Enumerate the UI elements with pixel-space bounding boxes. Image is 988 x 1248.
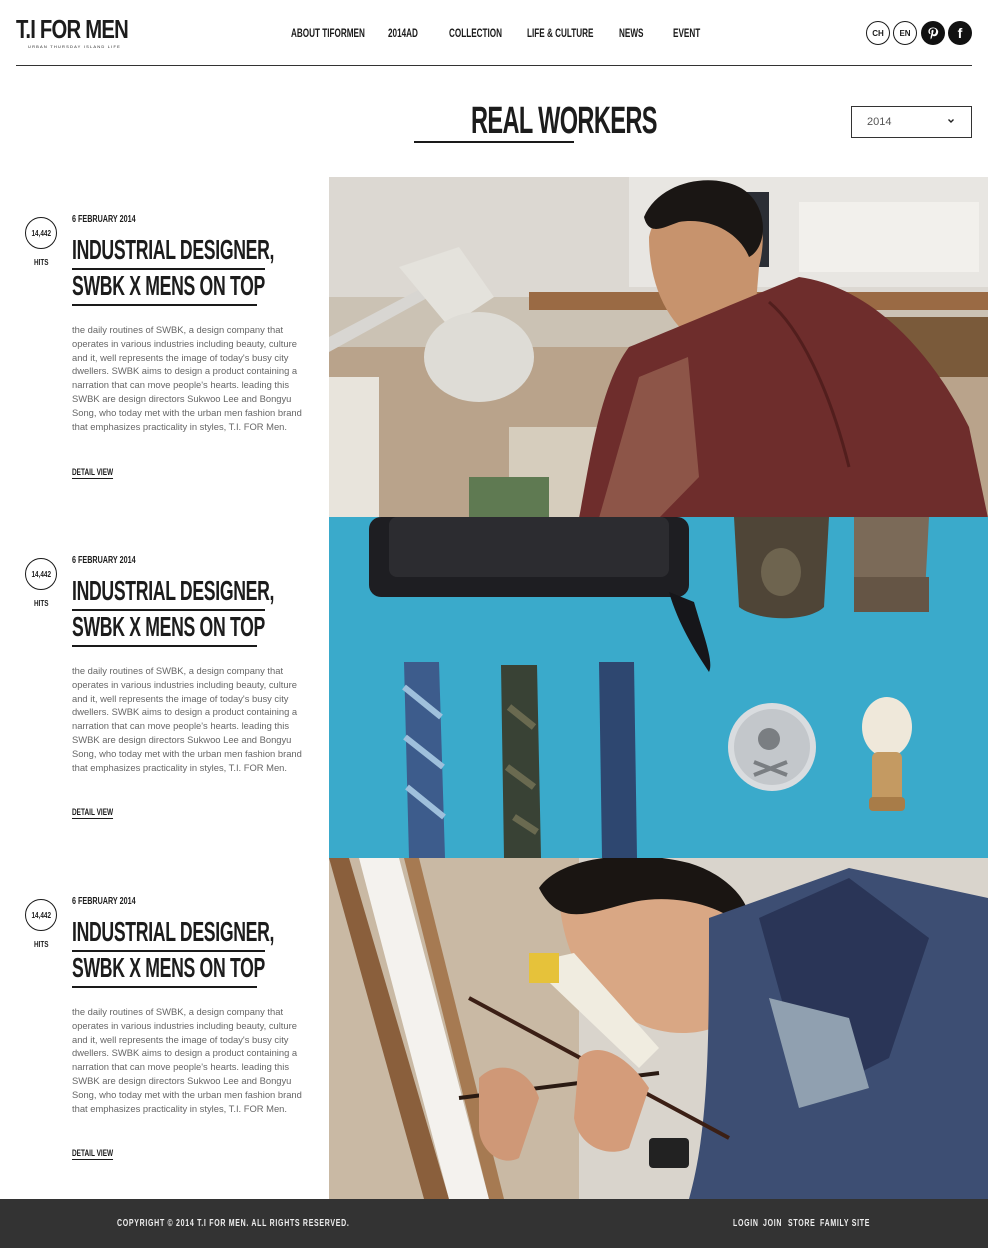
article-title-line-1: INDUSTRIAL DESIGNER, <box>72 575 275 606</box>
hits-label: HITS <box>34 599 49 608</box>
nav-item-collection[interactable]: COLLECTION <box>449 26 502 40</box>
facebook-glyph: f <box>957 25 963 41</box>
article-title[interactable]: INDUSTRIAL DESIGNER, SWBK X MENS ON TOP <box>72 575 312 647</box>
page-title: REAL WORKERS <box>414 100 657 144</box>
accessories-photo <box>329 517 988 858</box>
article-title-line-2: SWBK X MENS ON TOP <box>72 270 265 301</box>
site-header: T.I FOR MEN URBAN THURSDAY ISLAND LIFE A… <box>0 0 988 66</box>
hits-count: 14,442 <box>31 228 51 238</box>
article-card: 14,442 HITS 6 FEBRUARY 2014 INDUSTRIAL D… <box>0 517 988 858</box>
page-title-underline <box>414 141 574 143</box>
nav-item-about[interactable]: ABOUT TIFORMEN <box>291 26 365 40</box>
nav-item-life-culture[interactable]: LIFE & CULTURE <box>527 26 593 40</box>
article-title[interactable]: INDUSTRIAL DESIGNER, SWBK X MENS ON TOP <box>72 916 312 988</box>
footer-join-link[interactable]: JOIN <box>763 1218 782 1229</box>
site-footer: COPYRIGHT © 2014 T.I FOR MEN. ALL RIGHTS… <box>0 1199 988 1248</box>
pinterest-glyph <box>928 27 939 40</box>
detail-view-link[interactable]: DETAIL VIEW <box>72 467 114 479</box>
lang-ch-button[interactable]: CH <box>866 21 890 45</box>
hits-badge: 14,442 <box>25 558 57 590</box>
hits-label: HITS <box>34 940 49 949</box>
article-photo[interactable] <box>329 177 988 518</box>
article-excerpt: the daily routines of SWBK, a design com… <box>72 665 302 773</box>
article-excerpt: the daily routines of SWBK, a design com… <box>72 1006 302 1114</box>
article-date: 6 FEBRUARY 2014 <box>72 214 136 225</box>
brand-tagline: URBAN THURSDAY ISLAND LIFE <box>28 44 121 49</box>
article-card: 14,442 HITS 6 FEBRUARY 2014 INDUSTRIAL D… <box>0 858 988 1199</box>
article-date: 6 FEBRUARY 2014 <box>72 896 136 907</box>
footer-login-link[interactable]: LOGIN <box>733 1218 759 1229</box>
designer-photo <box>329 177 988 518</box>
article-title[interactable]: INDUSTRIAL DESIGNER, SWBK X MENS ON TOP <box>72 234 312 306</box>
footer-family-site-link[interactable]: FAMILY SITE <box>820 1218 870 1229</box>
nav-item-event[interactable]: EVENT <box>673 26 700 40</box>
brand-name: T.I FOR MEN <box>16 14 129 44</box>
article-title-line-1: INDUSTRIAL DESIGNER, <box>72 234 275 265</box>
article-photo[interactable] <box>329 517 988 858</box>
header-divider <box>16 65 972 66</box>
chevron-down-icon <box>948 119 954 123</box>
hits-badge: 14,442 <box>25 899 57 931</box>
lang-en-button[interactable]: EN <box>893 21 917 45</box>
nav-item-news[interactable]: NEWS <box>619 26 643 40</box>
year-select[interactable]: 2014 <box>851 106 972 138</box>
hits-label: HITS <box>34 258 49 267</box>
hits-count: 14,442 <box>31 910 51 920</box>
footer-store-link[interactable]: STORE <box>788 1218 815 1229</box>
article-title-line-2: SWBK X MENS ON TOP <box>72 952 265 983</box>
article-date: 6 FEBRUARY 2014 <box>72 555 136 566</box>
hits-badge: 14,442 <box>25 217 57 249</box>
artist-photo <box>329 858 988 1199</box>
article-card: 14,442 HITS 6 FEBRUARY 2014 INDUSTRIAL D… <box>0 177 988 518</box>
detail-view-link[interactable]: DETAIL VIEW <box>72 1148 114 1160</box>
nav-item-2014ad[interactable]: 2014AD <box>388 26 418 40</box>
article-title-line-1: INDUSTRIAL DESIGNER, <box>72 916 275 947</box>
detail-view-link[interactable]: DETAIL VIEW <box>72 807 114 819</box>
hits-count: 14,442 <box>31 569 51 579</box>
page-title-text: REAL WORKERS <box>470 100 657 142</box>
pinterest-icon[interactable] <box>921 21 945 45</box>
article-title-line-2: SWBK X MENS ON TOP <box>72 611 265 642</box>
brand-logo[interactable]: T.I FOR MEN URBAN THURSDAY ISLAND LIFE <box>16 14 136 54</box>
facebook-icon[interactable]: f <box>948 21 972 45</box>
copyright-text: COPYRIGHT © 2014 T.I FOR MEN. ALL RIGHTS… <box>117 1218 350 1229</box>
article-excerpt: the daily routines of SWBK, a design com… <box>72 324 302 432</box>
article-photo[interactable] <box>329 858 988 1199</box>
year-select-value: 2014 <box>867 116 892 128</box>
